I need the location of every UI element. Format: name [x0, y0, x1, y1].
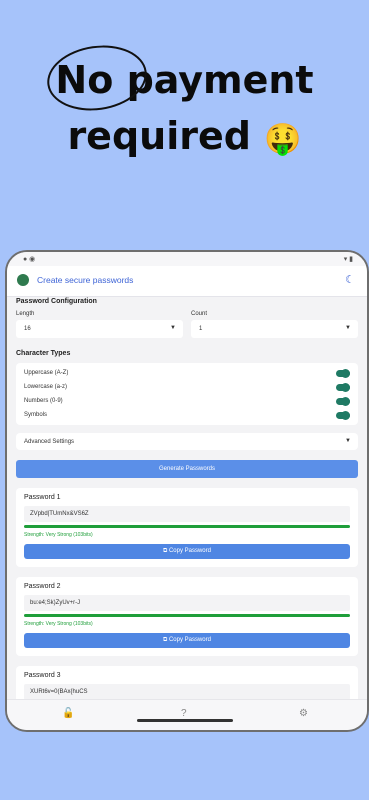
password-title: Password 3 [24, 672, 61, 679]
promo-no: No [43, 39, 152, 117]
lock-icon[interactable]: 🔓 [62, 708, 74, 719]
password-card: Password 2 bu:e4;Sk)ZyUv+r-J Strength: V… [16, 577, 358, 656]
app-bar: Create secure passwords ☾ [7, 266, 367, 297]
status-icons-right: ▾ ▮ [343, 256, 353, 263]
promo-required: required [67, 114, 251, 158]
password-title: Password 2 [24, 583, 61, 590]
help-icon[interactable]: ? [181, 708, 187, 719]
count-select[interactable]: 1 ▼ [191, 320, 358, 338]
strength-text: Strength: Very Strong (103bits) [24, 621, 93, 627]
copy-password-button[interactable]: ⧉ Copy Password [24, 633, 350, 648]
gesture-bar [137, 719, 233, 722]
strength-text: Strength: Very Strong (103bits) [24, 532, 93, 538]
status-bar: ● ◉ ▾ ▮ [7, 252, 367, 266]
numbers-switch[interactable] [336, 396, 350, 406]
password-value[interactable]: XURt6v=0(BAx{huCS [24, 684, 350, 700]
password-value[interactable]: bu:e4;Sk)ZyUv+r-J [24, 595, 350, 611]
strength-bar [24, 525, 350, 528]
types-title: Character Types [16, 350, 71, 357]
chevron-down-icon: ▼ [170, 325, 176, 331]
generate-button[interactable]: Generate Passwords [16, 460, 358, 478]
circle-mark [43, 39, 152, 117]
toggle-row-symbols[interactable]: Symbols [24, 408, 350, 422]
bottom-nav: 🔓 ? ⚙ [7, 699, 367, 730]
promo-payment: payment [126, 58, 314, 102]
uppercase-switch[interactable] [336, 368, 350, 378]
copy-password-button[interactable]: ⧉ Copy Password [24, 544, 350, 559]
chevron-down-icon: ▼ [345, 325, 351, 331]
password-title: Password 1 [24, 494, 61, 501]
app-title: Create secure passwords [37, 275, 134, 285]
length-label: Length [16, 311, 35, 317]
password-card: Password 1 ZVpbd|TUmNx&VS6Z Strength: Ve… [16, 488, 358, 567]
main-content: Password Configuration Length 16 ▼ Count… [16, 298, 358, 708]
character-types-card: Uppercase (A-Z) Lowercase (a-z) Numbers … [16, 363, 358, 425]
password-value[interactable]: ZVpbd|TUmNx&VS6Z [24, 506, 350, 522]
theme-toggle-icon[interactable]: ☾ [345, 273, 355, 286]
settings-icon[interactable]: ⚙ [299, 708, 308, 719]
money-face-emoji: 🤑 [264, 122, 302, 157]
count-label: Count [191, 311, 208, 317]
symbols-switch[interactable] [336, 410, 350, 420]
config-title: Password Configuration [16, 298, 97, 305]
toggle-row-lowercase[interactable]: Lowercase (a-z) [24, 380, 350, 394]
toggle-row-uppercase[interactable]: Uppercase (A-Z) [24, 366, 350, 380]
advanced-settings[interactable]: Advanced Settings ▼ [16, 433, 358, 450]
status-icons-left: ● ◉ [23, 256, 36, 263]
turtle-logo-icon [17, 274, 29, 286]
chevron-down-icon: ▼ [345, 438, 351, 444]
strength-bar [24, 614, 350, 617]
toggle-row-numbers[interactable]: Numbers (0-9) [24, 394, 350, 408]
lowercase-switch[interactable] [336, 382, 350, 392]
promo-headline: No payment required 🤑 [0, 39, 369, 168]
phone-frame: ● ◉ ▾ ▮ Create secure passwords ☾ Passwo… [5, 250, 369, 732]
length-select[interactable]: 16 ▼ [16, 320, 183, 338]
